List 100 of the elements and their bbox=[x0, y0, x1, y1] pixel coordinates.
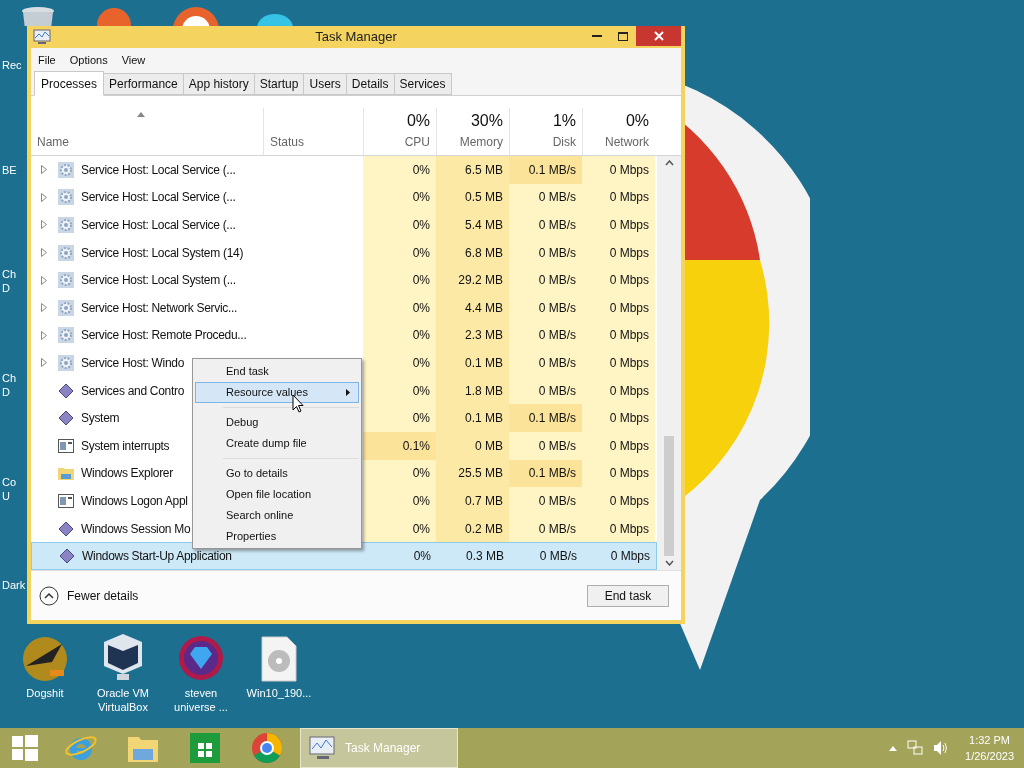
desktop-icon-label[interactable]: Oracle VM VirtualBox bbox=[85, 686, 161, 714]
process-name[interactable]: Windows Session Mo bbox=[81, 519, 191, 538]
close-icon bbox=[653, 31, 664, 41]
table-cell: 0.1 MB/s bbox=[509, 459, 582, 488]
show-hidden-icons-icon[interactable] bbox=[889, 745, 898, 751]
scrollbar[interactable] bbox=[657, 156, 681, 570]
process-name[interactable]: Service Host: Local Service (... bbox=[81, 160, 236, 179]
context-menu-item[interactable]: Resource values bbox=[195, 382, 359, 403]
menu-item[interactable]: File bbox=[38, 51, 56, 69]
desktop-icon-label[interactable]: Dark bbox=[2, 578, 28, 592]
desktop-icon-label[interactable]: BE bbox=[2, 163, 28, 177]
table-cell-text: 0% bbox=[412, 548, 432, 566]
table-cell: 0.7 MB bbox=[436, 487, 509, 515]
process-name[interactable]: System bbox=[81, 409, 120, 428]
scrollbar-thumb[interactable] bbox=[664, 436, 674, 556]
column-header[interactable]: Network bbox=[605, 133, 649, 151]
tab[interactable]: Performance bbox=[103, 73, 184, 95]
table-cell: 0 MB/s bbox=[509, 183, 582, 212]
process-name[interactable]: Service Host: Local Service (... bbox=[81, 216, 236, 234]
bird-logo-icon[interactable] bbox=[22, 636, 68, 682]
fewer-details-button[interactable]: Fewer details bbox=[39, 585, 139, 606]
end-task-button[interactable]: End task bbox=[587, 584, 669, 607]
context-menu-item[interactable]: Go to details bbox=[195, 463, 359, 484]
window-title: Task Manager bbox=[315, 28, 397, 47]
disc-file-icon[interactable] bbox=[261, 636, 297, 682]
process-name[interactable]: Services and Contro bbox=[81, 381, 185, 400]
tab[interactable]: Details bbox=[345, 73, 395, 95]
table-cell: 6.8 MB bbox=[436, 238, 509, 267]
expand-arrow-icon[interactable] bbox=[41, 220, 47, 230]
desktop-icon-label[interactable]: Dogshit bbox=[7, 686, 83, 700]
tab[interactable]: Users bbox=[303, 73, 347, 95]
recycle-bin-icon[interactable] bbox=[20, 6, 56, 26]
column-header[interactable]: Disk bbox=[552, 133, 576, 151]
desktop-icon-label[interactable]: Rec bbox=[2, 58, 28, 72]
process-name[interactable]: Service Host: Network Servic... bbox=[81, 298, 238, 317]
process-name[interactable]: Service Host: Local System (... bbox=[81, 271, 236, 290]
expand-arrow-icon[interactable] bbox=[41, 303, 47, 313]
desktop-icon-label[interactable]: Ch D bbox=[2, 267, 28, 295]
table-cell: 0.1 MB bbox=[436, 404, 509, 432]
context-menu-item[interactable]: Search online bbox=[195, 505, 359, 526]
table-cell: 6.5 MB bbox=[436, 156, 509, 184]
table-cell: 0% bbox=[363, 266, 436, 294]
tab[interactable]: Services bbox=[393, 73, 452, 95]
process-name[interactable]: System interrupts bbox=[81, 436, 170, 455]
column-header[interactable]: Memory bbox=[459, 133, 503, 151]
expand-arrow-icon[interactable] bbox=[41, 275, 47, 285]
tab[interactable]: Processes bbox=[34, 71, 105, 96]
table-cell: 0% bbox=[363, 293, 436, 322]
desktop-icon-label[interactable]: Win10_190... bbox=[241, 686, 317, 700]
table-cell: 25.5 MB bbox=[436, 459, 509, 488]
context-menu-item[interactable]: Open file location bbox=[195, 484, 359, 505]
scroll-down-icon[interactable] bbox=[664, 560, 674, 566]
desktop-icon-label[interactable]: Co U bbox=[2, 475, 28, 503]
expand-arrow-icon[interactable] bbox=[41, 192, 47, 202]
app-icon[interactable] bbox=[256, 12, 294, 26]
table-cell: 0% bbox=[363, 211, 436, 239]
process-name[interactable]: Service Host: Remote Procedu... bbox=[81, 326, 247, 345]
network-icon[interactable] bbox=[907, 740, 924, 756]
diamond-icon bbox=[58, 520, 74, 537]
table-cell: 0% bbox=[363, 183, 436, 212]
process-name[interactable]: Windows Logon Appl bbox=[81, 491, 188, 510]
app-icon[interactable] bbox=[96, 5, 132, 27]
maximize-icon bbox=[618, 31, 628, 41]
gear-icon bbox=[58, 161, 74, 178]
expand-arrow-icon[interactable] bbox=[41, 358, 47, 368]
table-cell-text: 0 Mbps bbox=[609, 548, 651, 566]
table-cell: 0 Mbps bbox=[582, 376, 655, 405]
context-menu-item[interactable]: End task bbox=[195, 361, 359, 382]
column-header[interactable]: Name bbox=[37, 133, 69, 151]
process-name[interactable]: Windows Explorer bbox=[81, 464, 173, 483]
close-button[interactable] bbox=[636, 26, 681, 46]
speaker-icon[interactable] bbox=[933, 740, 950, 756]
process-name[interactable]: Service Host: Windo bbox=[81, 353, 184, 372]
table-cell: 0 Mbps bbox=[582, 431, 655, 460]
context-menu-item[interactable]: Properties bbox=[195, 526, 359, 547]
menu-item[interactable]: View bbox=[121, 51, 146, 69]
desktop-icon-label[interactable]: steven universe ... bbox=[163, 686, 239, 714]
table-cell: 0 Mbps bbox=[582, 349, 655, 377]
menu-item[interactable]: Options bbox=[69, 51, 108, 69]
tab[interactable]: Startup bbox=[253, 73, 305, 95]
process-name[interactable]: Service Host: Local System (14) bbox=[81, 243, 244, 262]
column-header[interactable]: Status bbox=[270, 133, 305, 151]
expand-arrow-icon[interactable] bbox=[41, 165, 47, 175]
chrome-icon[interactable] bbox=[251, 732, 283, 764]
sort-arrow-icon bbox=[137, 112, 145, 117]
gem-icon[interactable] bbox=[177, 634, 225, 682]
column-header[interactable]: CPU bbox=[404, 133, 430, 151]
table-cell: 0 MB/s bbox=[509, 321, 582, 350]
context-menu-item[interactable]: Create dump file bbox=[195, 433, 359, 454]
process-name[interactable]: Service Host: Local Service (... bbox=[81, 188, 236, 207]
context-menu-item[interactable]: Debug bbox=[195, 412, 359, 433]
desktop-icon-label[interactable]: Ch D bbox=[2, 371, 28, 399]
tab[interactable]: App history bbox=[182, 73, 255, 95]
table-cell: 0.5 MB bbox=[436, 183, 509, 212]
expand-arrow-icon[interactable] bbox=[41, 248, 47, 258]
store-icon[interactable] bbox=[190, 733, 220, 763]
expand-arrow-icon[interactable] bbox=[41, 330, 47, 340]
table-cell: 0 MB/s bbox=[509, 487, 582, 515]
table-cell: 0% bbox=[363, 459, 436, 488]
scroll-up-icon[interactable] bbox=[664, 160, 674, 166]
